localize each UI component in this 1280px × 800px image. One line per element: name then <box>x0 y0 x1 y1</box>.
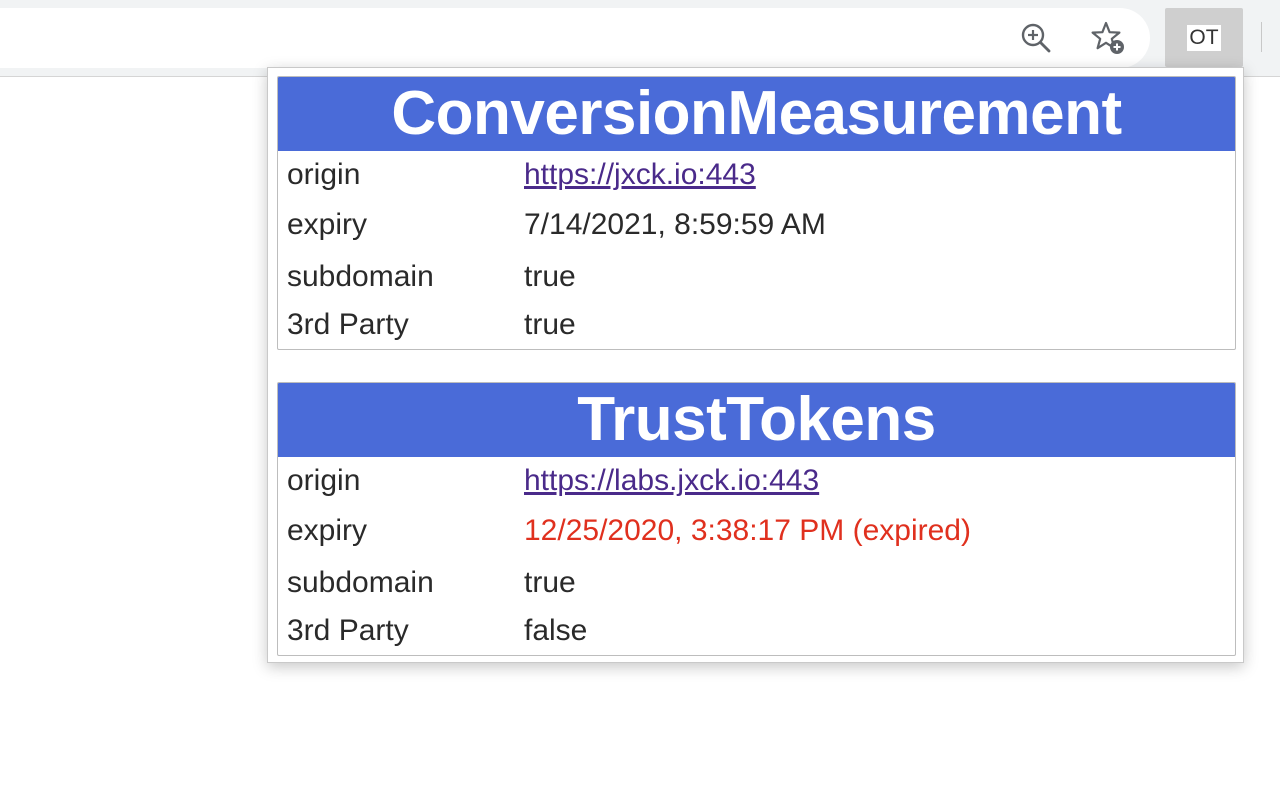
trial-title: TrustTokens <box>278 383 1235 457</box>
origin-link[interactable]: https://labs.jxck.io:443 <box>524 464 819 498</box>
third-party-value: true <box>524 308 576 341</box>
third-party-label: 3rd Party <box>287 614 409 647</box>
origin-row: origin https://labs.jxck.io:443 <box>278 457 1235 511</box>
star-add-icon[interactable] <box>1088 18 1128 58</box>
address-bar[interactable] <box>0 8 1150 68</box>
expiry-label: expiry <box>287 514 368 547</box>
expiry-row: expiry 12/25/2020, 3:38:17 PM (expired) <box>278 511 1235 559</box>
expiry-label: expiry <box>287 208 368 241</box>
third-party-row: 3rd Party true <box>278 301 1235 349</box>
third-party-label: 3rd Party <box>287 308 409 341</box>
origin-link[interactable]: https://jxck.io:443 <box>524 158 756 192</box>
origin-label: origin <box>287 464 361 497</box>
subdomain-row: subdomain true <box>278 559 1235 607</box>
subdomain-value: true <box>524 260 576 293</box>
extension-popup: ConversionMeasurement origin https://jxc… <box>267 67 1244 663</box>
expiry-row: expiry 7/14/2021, 8:59:59 AM <box>278 205 1235 253</box>
expiry-value: 7/14/2021, 8:59:59 AM <box>524 208 826 241</box>
extension-button[interactable]: OT <box>1165 8 1243 67</box>
third-party-value: false <box>524 614 588 647</box>
trial-title: ConversionMeasurement <box>278 77 1235 151</box>
expiry-value-expired: 12/25/2020, 3:38:17 PM (expired) <box>524 514 971 547</box>
origin-label: origin <box>287 158 361 191</box>
trial-card: ConversionMeasurement origin https://jxc… <box>277 76 1236 350</box>
trial-card: TrustTokens origin https://labs.jxck.io:… <box>277 382 1236 656</box>
zoom-in-icon[interactable] <box>1016 18 1056 58</box>
third-party-row: 3rd Party false <box>278 607 1235 655</box>
subdomain-label: subdomain <box>287 566 434 599</box>
subdomain-label: subdomain <box>287 260 434 293</box>
subdomain-row: subdomain true <box>278 253 1235 301</box>
browser-toolbar: OT <box>0 0 1280 77</box>
subdomain-value: true <box>524 566 576 599</box>
origin-row: origin https://jxck.io:443 <box>278 151 1235 205</box>
toolbar-separator <box>1261 22 1262 52</box>
extension-badge: OT <box>1187 24 1221 51</box>
